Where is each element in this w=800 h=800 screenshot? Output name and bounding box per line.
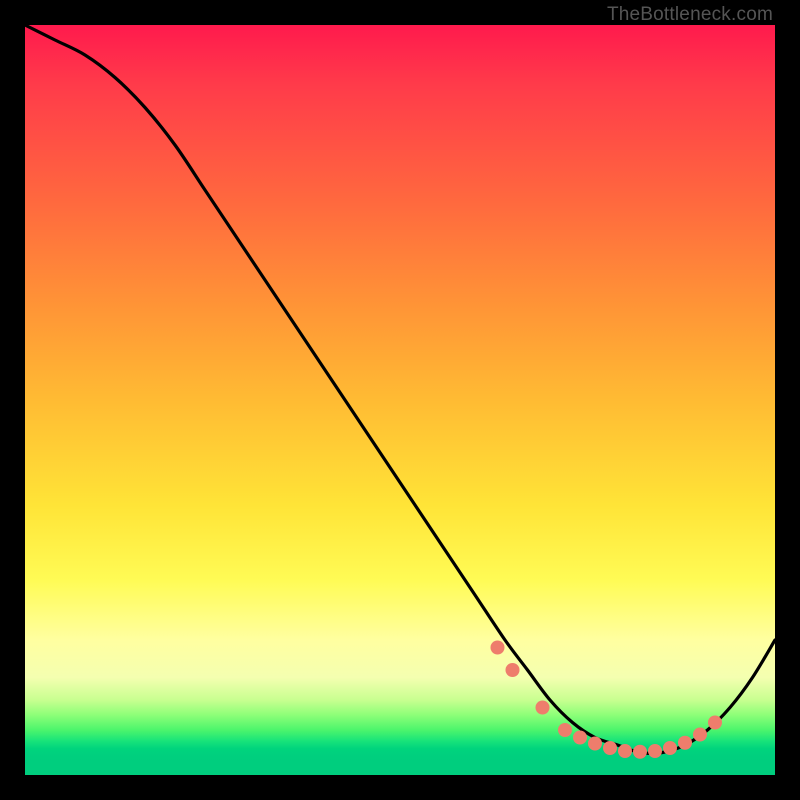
marker-dot (588, 737, 602, 751)
marker-dot (678, 736, 692, 750)
marker-dot (506, 663, 520, 677)
attribution-text: TheBottleneck.com (607, 4, 773, 26)
marker-dot (603, 741, 617, 755)
marker-dot (693, 728, 707, 742)
marker-dot (618, 744, 632, 758)
bottleneck-curve (25, 25, 775, 753)
marker-dot (573, 731, 587, 745)
marker-dot (491, 641, 505, 655)
marker-dot (708, 716, 722, 730)
marker-dot (663, 741, 677, 755)
marker-dot (536, 701, 550, 715)
marker-dot (648, 744, 662, 758)
chart-frame (25, 25, 775, 775)
marker-dot (558, 723, 572, 737)
marker-dot (633, 745, 647, 759)
chart-svg (25, 25, 775, 775)
